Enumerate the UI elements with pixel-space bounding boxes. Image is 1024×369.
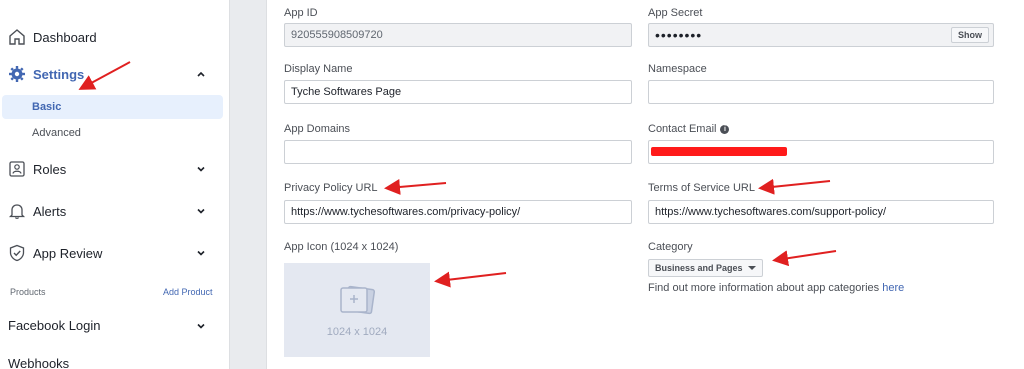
sidebar: Dashboard Settings Basic Advanced Roles … xyxy=(0,0,230,369)
app-secret-value: •••••••• xyxy=(655,27,703,43)
terms-of-service-field[interactable]: https://www.tychesoftwares.com/support-p… xyxy=(648,200,994,224)
privacy-policy-field[interactable]: https://www.tychesoftwares.com/privacy-p… xyxy=(284,200,632,224)
display-name-field[interactable]: Tyche Softwares Page xyxy=(284,80,632,104)
app-domains-field[interactable] xyxy=(284,140,632,164)
sidebar-item-app-review[interactable]: App Review xyxy=(0,237,230,269)
app-icon-size-text: 1024 x 1024 xyxy=(326,326,388,338)
app-id-value: 920555908509720 xyxy=(291,29,383,41)
chevron-down-icon[interactable] xyxy=(195,320,207,332)
category-help-label: Find out more information about app cate… xyxy=(648,282,880,294)
display-name-label: Display Name xyxy=(284,63,353,75)
sidebar-subitem-label: Advanced xyxy=(32,127,81,139)
image-placeholder-icon xyxy=(340,285,376,315)
show-secret-button[interactable]: Show xyxy=(951,27,989,43)
sidebar-item-label: Roles xyxy=(33,161,67,177)
privacy-policy-label: Privacy Policy URL xyxy=(284,182,378,194)
privacy-policy-value: https://www.tychesoftwares.com/privacy-p… xyxy=(291,206,521,218)
sidebar-subitem-basic[interactable]: Basic xyxy=(2,95,223,119)
gear-icon xyxy=(8,65,26,83)
app-secret-label: App Secret xyxy=(648,7,703,19)
namespace-field[interactable] xyxy=(648,80,994,104)
chevron-down-icon[interactable] xyxy=(195,205,207,217)
app-id-field[interactable]: 920555908509720 xyxy=(284,23,632,47)
bell-icon xyxy=(8,202,26,220)
home-icon xyxy=(8,28,26,46)
sidebar-item-dashboard[interactable]: Dashboard xyxy=(0,21,230,53)
contact-email-label: Contact Email i xyxy=(648,123,730,135)
category-label: Category xyxy=(648,241,693,253)
category-help-text: Find out more information about app cate… xyxy=(648,282,904,294)
shield-check-icon xyxy=(8,244,26,262)
chevron-up-icon[interactable] xyxy=(195,68,207,80)
terms-of-service-label: Terms of Service URL xyxy=(648,182,755,194)
sidebar-item-label: Settings xyxy=(33,66,85,82)
redaction-mark xyxy=(651,147,787,156)
display-name-value: Tyche Softwares Page xyxy=(291,86,402,98)
namespace-label: Namespace xyxy=(648,63,707,75)
app-icon-upload[interactable]: 1024 x 1024 xyxy=(284,263,430,357)
contact-email-label-text: Contact Email xyxy=(648,123,717,135)
sidebar-item-facebook-login[interactable]: Facebook Login xyxy=(8,318,101,333)
sidebar-item-label: Alerts xyxy=(33,203,67,219)
terms-of-service-value: https://www.tychesoftwares.com/support-p… xyxy=(655,206,887,218)
sidebar-item-webhooks[interactable]: Webhooks xyxy=(8,356,69,369)
app-icon-label: App Icon (1024 x 1024) xyxy=(284,241,399,253)
chevron-down-icon[interactable] xyxy=(195,163,207,175)
products-section-label: Products xyxy=(10,287,46,297)
category-dropdown[interactable]: Business and Pages xyxy=(648,259,763,277)
sidebar-item-label: Dashboard xyxy=(33,29,97,45)
category-value: Business and Pages xyxy=(655,263,743,273)
category-help-link[interactable]: here xyxy=(882,282,904,294)
sidebar-item-roles[interactable]: Roles xyxy=(0,153,230,185)
sidebar-subitem-label: Basic xyxy=(32,101,62,113)
add-product-link[interactable]: Add Product xyxy=(163,287,213,297)
sidebar-item-settings[interactable]: Settings xyxy=(0,58,230,90)
caret-down-icon xyxy=(747,266,756,270)
app-domains-label: App Domains xyxy=(284,123,351,135)
chevron-down-icon[interactable] xyxy=(195,247,207,259)
sidebar-subitem-advanced[interactable]: Advanced xyxy=(2,121,223,145)
app-secret-field[interactable]: •••••••• Show xyxy=(648,23,994,47)
info-icon[interactable]: i xyxy=(720,124,730,134)
sidebar-item-alerts[interactable]: Alerts xyxy=(0,195,230,227)
app-id-label: App ID xyxy=(284,7,318,19)
sidebar-item-label: App Review xyxy=(33,245,103,261)
roles-icon xyxy=(8,160,26,178)
